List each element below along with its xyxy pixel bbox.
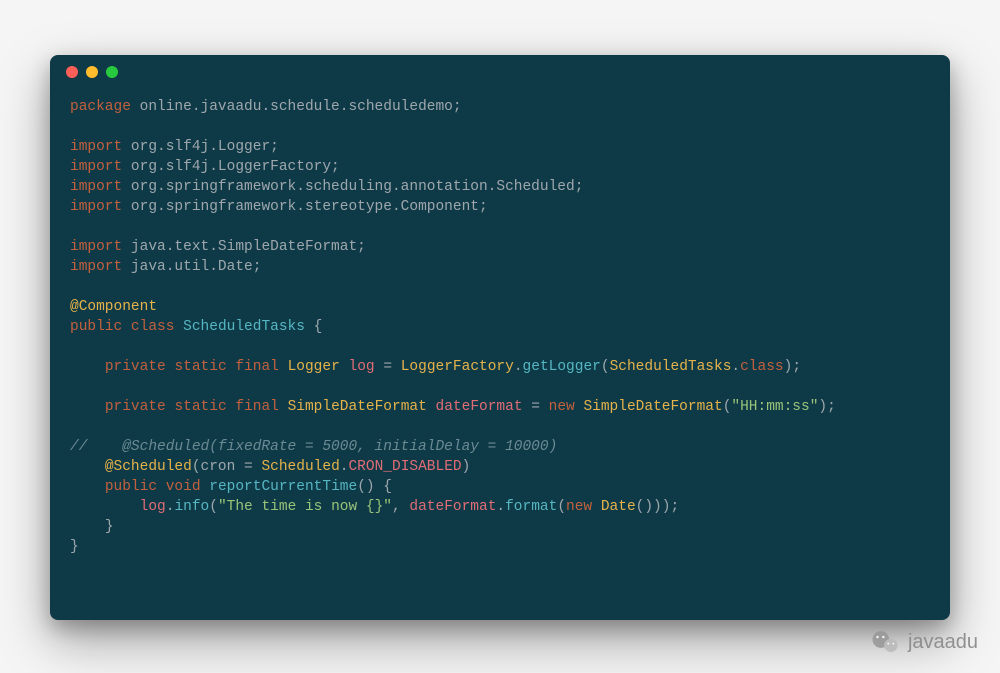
keyword: private — [105, 359, 166, 375]
type: SimpleDateFormat — [288, 399, 427, 415]
keyword: import — [70, 159, 122, 175]
import-path: org.springframework.stereotype.Component… — [122, 199, 487, 215]
import-path: org.springframework.scheduling.annotatio… — [122, 179, 583, 195]
keyword: private — [105, 399, 166, 415]
code-block: package online.javaadu.schedule.schedule… — [50, 89, 950, 577]
window-titlebar — [50, 55, 950, 89]
keyword: import — [70, 139, 122, 155]
type: Logger — [288, 359, 340, 375]
type: Scheduled — [261, 459, 339, 475]
watermark-text: javaadu — [908, 631, 978, 654]
comment: // @Scheduled(fixedRate = 5000, initialD… — [70, 439, 557, 455]
annotation: @Scheduled — [105, 459, 192, 475]
method: info — [174, 499, 209, 515]
brace: { — [314, 319, 323, 335]
method: reportCurrentTime — [209, 479, 357, 495]
type: LoggerFactory — [401, 359, 514, 375]
brace: { — [383, 479, 392, 495]
import-path: java.text.SimpleDateFormat; — [122, 239, 366, 255]
minimize-icon[interactable] — [86, 66, 98, 78]
brace: } — [70, 539, 79, 555]
keyword: final — [235, 399, 279, 415]
watermark: javaadu — [870, 627, 978, 657]
variable: log — [349, 359, 375, 375]
keyword: class — [131, 319, 175, 335]
class-name: ScheduledTasks — [183, 319, 305, 335]
variable: dateFormat — [436, 399, 523, 415]
keyword: import — [70, 179, 122, 195]
operator: = — [383, 359, 392, 375]
package-path: online.javaadu.schedule.scheduledemo; — [131, 99, 462, 115]
keyword: final — [235, 359, 279, 375]
method: getLogger — [523, 359, 601, 375]
keyword: import — [70, 199, 122, 215]
string: "HH:mm:ss" — [731, 399, 818, 415]
type: SimpleDateFormat — [583, 399, 722, 415]
variable: log — [140, 499, 166, 515]
keyword: void — [166, 479, 201, 495]
operator: = — [531, 399, 540, 415]
keyword: class — [740, 359, 784, 375]
annotation: @Component — [70, 299, 157, 315]
import-path: org.slf4j.Logger; — [122, 139, 279, 155]
keyword: import — [70, 259, 122, 275]
brace: } — [105, 519, 114, 535]
maximize-icon[interactable] — [106, 66, 118, 78]
wechat-icon — [870, 627, 900, 657]
type: ScheduledTasks — [610, 359, 732, 375]
param: cron — [201, 459, 236, 475]
keyword: static — [174, 399, 226, 415]
keyword: static — [174, 359, 226, 375]
keyword: package — [70, 99, 131, 115]
import-path: org.slf4j.LoggerFactory; — [122, 159, 340, 175]
keyword: import — [70, 239, 122, 255]
type: Date — [601, 499, 636, 515]
keyword: new — [566, 499, 592, 515]
keyword: public — [70, 319, 122, 335]
close-icon[interactable] — [66, 66, 78, 78]
constant: CRON_DISABLED — [348, 459, 461, 475]
code-window: package online.javaadu.schedule.schedule… — [50, 55, 950, 620]
keyword: public — [105, 479, 157, 495]
variable: dateFormat — [409, 499, 496, 515]
import-path: java.util.Date; — [122, 259, 261, 275]
string: "The time is now {}" — [218, 499, 392, 515]
method: format — [505, 499, 557, 515]
keyword: new — [549, 399, 575, 415]
